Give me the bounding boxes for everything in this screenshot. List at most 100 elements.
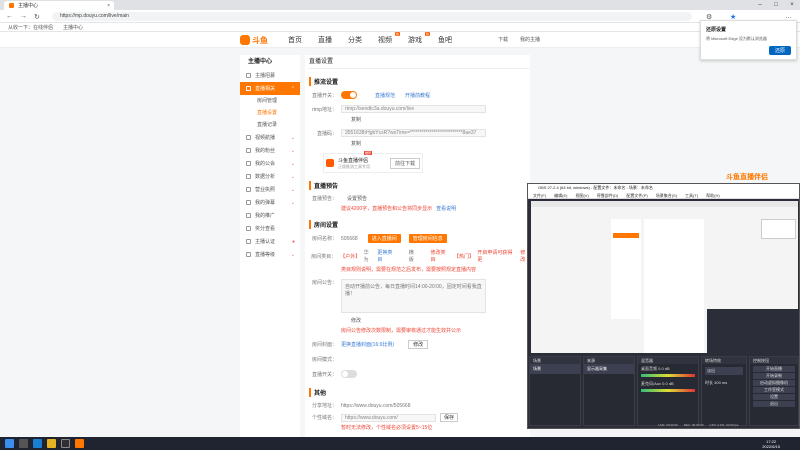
preview-set[interactable]: 设置预告 [347,195,367,202]
bookmark-item[interactable]: 主播中心 [63,24,83,31]
mic-meter[interactable] [641,389,695,392]
edit-category-link[interactable]: 修改类目 [431,249,450,263]
sidebar-item[interactable]: 视频航播 ⌄ [240,131,300,144]
obs-taskbar-icon[interactable] [61,439,70,448]
sidebar-item[interactable]: 数据分析 ⌄ [240,170,300,183]
forward-icon[interactable]: → [20,13,27,20]
obs-menu-item[interactable]: 场景集合(S) [656,192,677,198]
obs-menu-item[interactable]: 编辑(E) [554,192,567,198]
sidebar-item-live[interactable]: 直播相关 ⌃ [240,82,300,95]
sidebar-item-recruit[interactable]: 主播招募 [240,69,300,82]
download-button[interactable]: 前往下载 [389,157,420,169]
stream-toggle[interactable] [341,370,357,378]
promo-icon [246,213,251,218]
sidebar-item[interactable]: 直播等级 ⌄ [240,248,300,261]
download-link[interactable]: 下载 [498,36,508,43]
share-url[interactable]: https://www.douyu.com/505668 [341,403,411,409]
nav-home[interactable]: 首页 [288,35,302,45]
sidebar-sub-room[interactable]: 房间管理 [240,95,300,107]
room-number: 505668 [341,235,358,242]
obs-preview[interactable] [531,201,798,353]
notice-edit-button[interactable]: 修改 [351,317,530,324]
obs-menu-item[interactable]: 文件(F) [533,192,546,198]
sidebar-item[interactable]: 我的推广 [240,209,300,222]
obs-menu-item[interactable]: 工具(T) [685,192,698,198]
sidebar-item[interactable]: 我的公会 ⌄ [240,157,300,170]
settings-button[interactable]: 设置 [753,394,795,400]
bookmark-item[interactable]: 从收一下：在线伴侣 [8,24,53,31]
douyu-logo[interactable]: 斗鱼 [240,34,278,46]
url-field[interactable]: https://mp.douyu.com/live/main [52,12,692,21]
sidebar-item[interactable]: 奖分查看 [240,222,300,235]
rules-link[interactable]: 直播规范 [375,92,395,99]
category-apply[interactable]: 开启申请可获得更 [477,249,516,263]
source-item[interactable]: 显示器采集 [584,364,634,374]
start-recording-button[interactable]: 开始录制 [753,373,795,379]
custom-domain-label: 个性域名： [311,415,337,421]
rtmp-field[interactable]: rtmp://sendtc3a.douyu.com/live [341,105,486,113]
category-value: 华为 [363,250,369,263]
obs-menu-item[interactable]: 配置文件(P) [626,192,647,198]
nav-live[interactable]: 直播 [318,35,332,45]
rtmp-label: rtmp地址： [311,106,337,113]
nav-category[interactable]: 分类 [348,35,362,45]
copy-rtmp-button[interactable]: 复制 [351,116,530,123]
notification-button[interactable]: 还原 [768,46,791,55]
stream-code-field[interactable]: 3551638rHgbYcsR?wsTime=*****************… [341,129,486,137]
maximize-icon[interactable]: □ [768,0,784,10]
license-icon [246,187,251,192]
manage-room-button[interactable]: 管理房间信息 [408,234,447,243]
clock[interactable]: 17:22 2022/6/15 [762,439,780,449]
tab-main[interactable]: 主播中心 × [4,1,114,10]
copy-code-button[interactable]: 复制 [351,140,530,147]
promo-banner[interactable]: 斗鱼直播伴侣 [726,172,768,182]
sidebar-item[interactable]: 我的弹幕 ⌄ [240,196,300,209]
nav-game[interactable]: 游戏热 [408,32,430,45]
close-tab-icon[interactable]: × [107,3,110,9]
custom-domain-field[interactable]: https://www.douyu.com/ [341,413,436,422]
obs-menu-item[interactable]: 视图(V) [575,192,588,198]
push-toggle[interactable] [341,91,357,99]
cover-edit-button[interactable]: 修改 [408,340,429,349]
preview-help-link[interactable]: 查看说明 [436,205,456,212]
sidebar-item[interactable]: 营业执照 ⌄ [240,183,300,196]
close-window-icon[interactable]: × [784,0,800,10]
nav-video[interactable]: 视频热 [378,32,400,45]
custom-domain-save[interactable]: 保存 [440,413,459,422]
more-menu-icon[interactable]: … [785,13,792,20]
duration-row: 时长 300 ms [705,380,728,385]
notice-textarea[interactable]: 自动开播前公告，每日直播时间14:00-20:00，固定时间看我直播！ [341,279,486,313]
edge-icon[interactable] [33,439,42,448]
refresh-icon[interactable]: ↻ [34,13,40,21]
obs-menu-bar: 文件(F) 编辑(E) 视图(V) 停靠部件(D) 配置文件(P) 场景集合(S) 工具(T… [528,192,799,199]
studio-mode-button[interactable]: 工作室模式 [753,387,795,393]
sidebar-item[interactable]: 主播认证 ● [240,235,300,248]
exit-button[interactable]: 退出 [753,401,795,407]
tab-title: 主播中心 [18,3,39,9]
sidebar-sub-settings[interactable]: 直播设置 [240,107,300,119]
sidebar-item[interactable]: 我的粉丝 ⌄ [240,144,300,157]
tutorial-link[interactable]: 开播前教程 [405,92,430,99]
nav-yuba[interactable]: 鱼吧 [438,35,452,45]
obs-menu-item[interactable]: 停靠部件(D) [597,192,619,198]
transition-select[interactable]: 淡出 [705,367,743,375]
duration-field[interactable]: 300 ms [714,380,727,385]
virtual-camera-button[interactable]: 启动虚拟摄像机 [753,380,795,386]
minimize-icon[interactable]: – [752,0,768,10]
start-streaming-button[interactable]: 开始直播 [753,366,795,372]
back-icon[interactable]: ← [6,13,13,20]
search-icon[interactable] [19,439,28,448]
obs-menu-item[interactable]: 帮助(H) [706,192,720,198]
category-hot: 【热门】 [453,253,474,260]
file-explorer-icon[interactable] [47,439,56,448]
danmu-icon [246,200,251,205]
promo-title: 斗鱼直播伴侣 [338,157,369,164]
user-menu[interactable]: 我的主播 [520,36,540,43]
scene-item[interactable]: 场景 [530,364,580,374]
douyu-taskbar-icon[interactable] [75,439,84,448]
sidebar-sub-records[interactable]: 直播记录 [240,119,300,131]
change-category-link[interactable]: 更换类目 [377,249,396,263]
windows-start-icon[interactable] [5,439,14,448]
enter-room-button[interactable]: 进入直播间 [367,234,401,243]
change-cover-link[interactable]: 更换直播封面(16:9比例) [341,341,394,348]
